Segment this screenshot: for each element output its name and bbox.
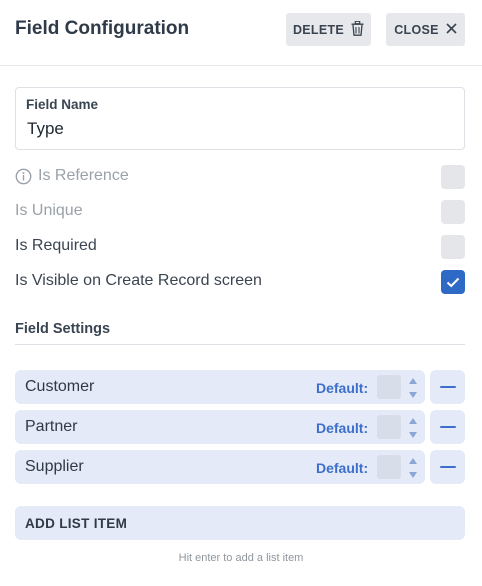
page-title: Field Configuration [15, 18, 190, 39]
option-label: Is Required [15, 237, 97, 254]
default-label: Default: [316, 460, 369, 476]
option-label: Is Unique [15, 202, 83, 219]
option-label: Is Visible on Create Record screen [15, 272, 262, 289]
close-button-label: CLOSE [394, 22, 439, 37]
add-list-item-button[interactable]: ADD LIST ITEM [15, 506, 465, 540]
option-text: Is Reference [38, 167, 129, 184]
field-name-box: Field Name [15, 87, 465, 150]
remove-item-button[interactable] [430, 410, 465, 444]
default-label: Default: [316, 380, 369, 396]
checkmark-icon [446, 277, 460, 287]
info-icon [15, 168, 32, 185]
is-required-checkbox[interactable] [441, 235, 465, 259]
default-checkbox[interactable] [377, 415, 401, 439]
list-item-customer[interactable]: Customer Default: [15, 370, 425, 404]
list-item-label: Customer [25, 378, 95, 395]
delete-button[interactable]: DELETE [286, 13, 371, 46]
is-visible-checkbox[interactable] [441, 270, 465, 294]
reorder-arrows-icon[interactable] [407, 376, 419, 400]
default-label: Default: [316, 420, 369, 436]
delete-button-label: DELETE [292, 22, 345, 37]
close-icon [446, 22, 457, 37]
panel-header: Field Configuration DELETE CLOSE [0, 0, 482, 66]
list-item-partner[interactable]: Partner Default: [15, 410, 425, 444]
field-name-label: Field Name [26, 97, 99, 112]
option-is-reference: Is Reference [15, 165, 465, 190]
option-is-visible: Is Visible on Create Record screen [15, 270, 465, 295]
default-checkbox[interactable] [377, 455, 401, 479]
reorder-arrows-icon[interactable] [407, 456, 419, 480]
is-unique-checkbox[interactable] [441, 200, 465, 224]
remove-item-button[interactable] [430, 450, 465, 484]
option-label: Is Reference [15, 167, 129, 185]
minus-icon [439, 426, 456, 428]
option-is-required: Is Required [15, 235, 465, 260]
add-list-item-label: ADD LIST ITEM [25, 516, 128, 531]
list-item-label: Partner [25, 418, 78, 435]
minus-icon [439, 466, 456, 468]
section-divider [15, 344, 465, 345]
close-button[interactable]: CLOSE [386, 13, 465, 46]
add-item-hint: Hit enter to add a list item [178, 552, 304, 564]
default-checkbox[interactable] [377, 375, 401, 399]
is-reference-checkbox[interactable] [441, 165, 465, 189]
trash-icon [351, 20, 364, 39]
list-item-supplier[interactable]: Supplier Default: [15, 450, 425, 484]
field-name-input[interactable] [27, 119, 447, 139]
minus-icon [439, 386, 456, 388]
list-item-label: Supplier [25, 458, 84, 475]
option-is-unique: Is Unique [15, 200, 465, 225]
field-settings-title: Field Settings [15, 321, 111, 337]
reorder-arrows-icon[interactable] [407, 416, 419, 440]
remove-item-button[interactable] [430, 370, 465, 404]
